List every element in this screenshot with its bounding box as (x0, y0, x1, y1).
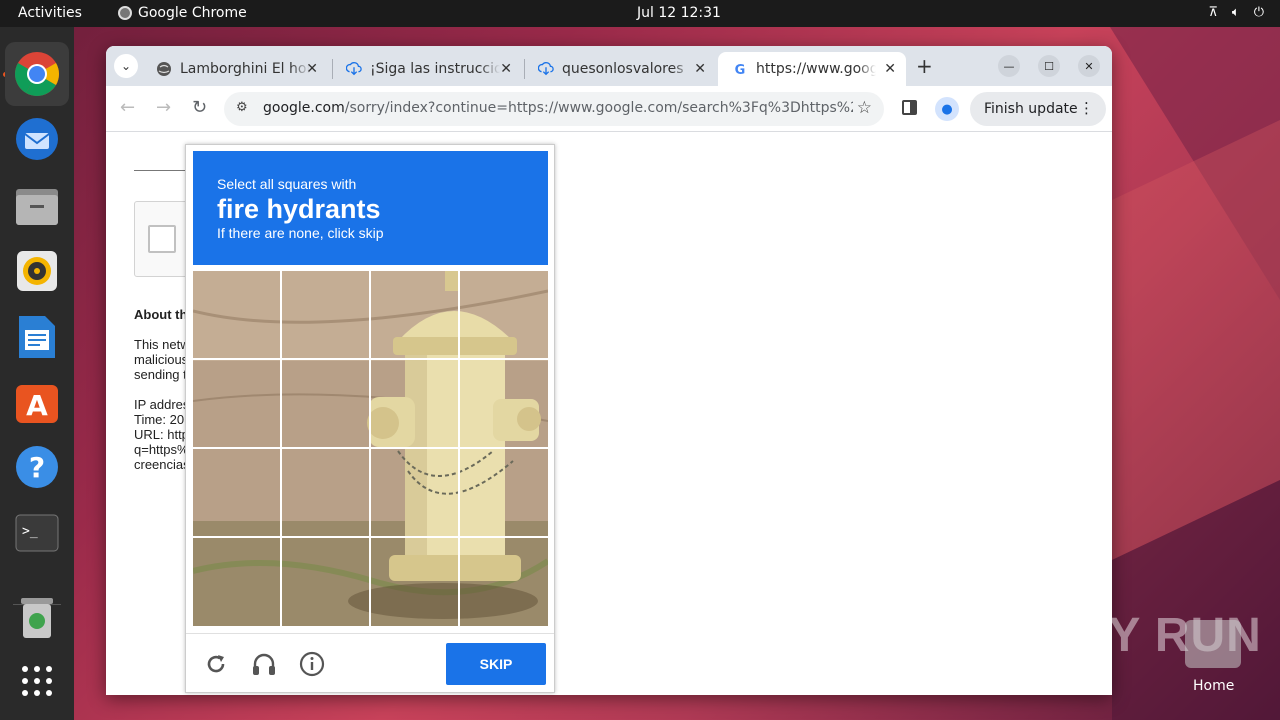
system-tray[interactable]: ⊼ 🔈︎ ⏻ (1208, 5, 1264, 20)
tab-search-button[interactable]: ⌄ (114, 54, 138, 78)
person-icon: ● (941, 101, 953, 117)
dock-help[interactable]: ? (5, 435, 69, 499)
svg-text:A: A (26, 389, 48, 422)
profile-avatar[interactable]: ● (935, 97, 959, 121)
forward-icon[interactable]: → (156, 97, 171, 118)
dock-thunderbird[interactable] (5, 107, 69, 171)
dock-app-grid[interactable] (5, 649, 69, 713)
dock-trash[interactable] (5, 585, 69, 649)
svg-text:?: ? (29, 451, 45, 484)
files-icon (16, 189, 58, 225)
home-label[interactable]: Home (1193, 678, 1234, 694)
tab-siga[interactable]: ¡Siga las instrucciones ✕ (332, 52, 522, 86)
svg-text:>_: >_ (22, 524, 38, 539)
volume-icon: 🔈︎ (1231, 5, 1240, 20)
image-grid (193, 271, 548, 626)
challenge-target: fire hydrants (217, 194, 381, 224)
grid-line (193, 536, 548, 538)
app-menu[interactable]: Google Chrome (118, 5, 247, 21)
google-icon: G (732, 61, 748, 77)
tab-quesonlosvalores[interactable]: quesonlosvalores ✕ (524, 52, 716, 86)
site-settings-icon[interactable]: ⚙ (236, 100, 248, 115)
close-tab-icon[interactable]: ✕ (884, 61, 896, 77)
dock-app-center[interactable]: A (5, 370, 69, 434)
top-bar: Activities Google Chrome Jul 12 12:31 ⊼ … (0, 0, 1280, 27)
rhythmbox-icon (17, 251, 57, 291)
close-tab-icon[interactable]: ✕ (500, 61, 512, 77)
chrome-small-icon (118, 6, 132, 20)
grid-line (193, 447, 548, 449)
chrome-icon (15, 52, 59, 96)
address-bar[interactable]: ⚙ google.com/sorry/index?continue=https:… (224, 92, 884, 126)
finish-update-label: Finish update (984, 101, 1078, 117)
reload-challenge-icon[interactable] (203, 651, 229, 677)
chevron-down-icon: ⌄ (120, 59, 132, 73)
close-tab-icon[interactable]: ✕ (694, 61, 706, 77)
app-name: Google Chrome (138, 5, 247, 21)
maximize-icon: ☐ (1044, 59, 1054, 73)
svg-text:G: G (735, 63, 746, 77)
clock[interactable]: Jul 12 12:31 (637, 5, 721, 21)
challenge-instruction: Select all squares with (217, 176, 357, 192)
dock-rhythmbox[interactable] (5, 239, 69, 303)
maximize-button[interactable]: ☐ (1038, 55, 1060, 77)
globe-icon (156, 61, 172, 77)
toolbar: ← → ↻ ⚙ google.com/sorry/index?continue=… (106, 86, 1112, 132)
grid-line (193, 358, 548, 360)
home-folder-icon[interactable] (1185, 620, 1241, 668)
finish-update-button[interactable]: Finish update ⋮ (970, 92, 1106, 126)
bookmark-star-icon[interactable]: ☆ (857, 98, 872, 118)
audio-challenge-icon[interactable] (251, 651, 277, 677)
dock: A ? >_ (0, 27, 74, 720)
about-heading: About th (134, 307, 188, 322)
more-menu-icon: ⋮ (1079, 99, 1094, 117)
challenge-header: Select all squares with fire hydrants If… (193, 151, 548, 265)
dock-chrome[interactable] (5, 42, 69, 106)
tab-title: Lamborghini El hombre (180, 61, 310, 77)
new-tab-icon[interactable]: + (916, 54, 933, 78)
download-icon (346, 61, 362, 77)
skip-button[interactable]: SKIP (446, 643, 546, 685)
dock-writer[interactable] (5, 305, 69, 369)
challenge-hint: If there are none, click skip (217, 225, 384, 241)
activities-button[interactable]: Activities (18, 5, 82, 21)
writer-icon (19, 316, 55, 358)
info-icon[interactable] (299, 651, 325, 677)
help-icon: ? (16, 446, 58, 488)
recaptcha-challenge: Select all squares with fire hydrants If… (185, 144, 555, 693)
tab-lamborghini[interactable]: Lamborghini El hombre ✕ (142, 52, 328, 86)
close-tab-icon[interactable]: ✕ (306, 61, 318, 77)
about-text: This netw malicious sending t (134, 337, 190, 382)
challenge-footer: SKIP (186, 633, 554, 693)
app-grid-icon (22, 666, 52, 696)
tab-title: quesonlosvalores (562, 61, 684, 77)
minimize-button[interactable]: — (998, 55, 1020, 77)
network-icon: ⊼ (1208, 5, 1218, 20)
close-icon: ✕ (1084, 59, 1094, 73)
side-panel-icon[interactable] (902, 100, 917, 115)
terminal-icon: >_ (15, 514, 59, 552)
tab-google-active[interactable]: G https://www.google.com ✕ (718, 52, 906, 86)
tab-strip: ⌄ Lamborghini El hombre ✕ ¡Siga las inst… (106, 46, 1112, 86)
url-text: google.com/sorry/index?continue=https://… (263, 100, 853, 116)
request-details: IP addres Time: 20 URL: http q=https% cr… (134, 397, 190, 472)
tab-title: https://www.google.com (756, 61, 876, 77)
dock-terminal[interactable]: >_ (5, 501, 69, 565)
reload-icon[interactable]: ↻ (192, 97, 207, 118)
thunderbird-icon (16, 118, 58, 160)
back-icon[interactable]: ← (120, 97, 135, 118)
tab-title: ¡Siga las instrucciones (370, 61, 500, 77)
app-center-icon: A (16, 385, 58, 423)
close-window-button[interactable]: ✕ (1078, 55, 1100, 77)
download-icon (538, 61, 554, 77)
power-icon: ⏻ (1253, 5, 1264, 20)
minimize-icon: — (1003, 59, 1015, 73)
trash-icon (21, 598, 53, 638)
recaptcha-checkbox[interactable] (148, 225, 176, 253)
dock-files[interactable] (5, 174, 69, 238)
